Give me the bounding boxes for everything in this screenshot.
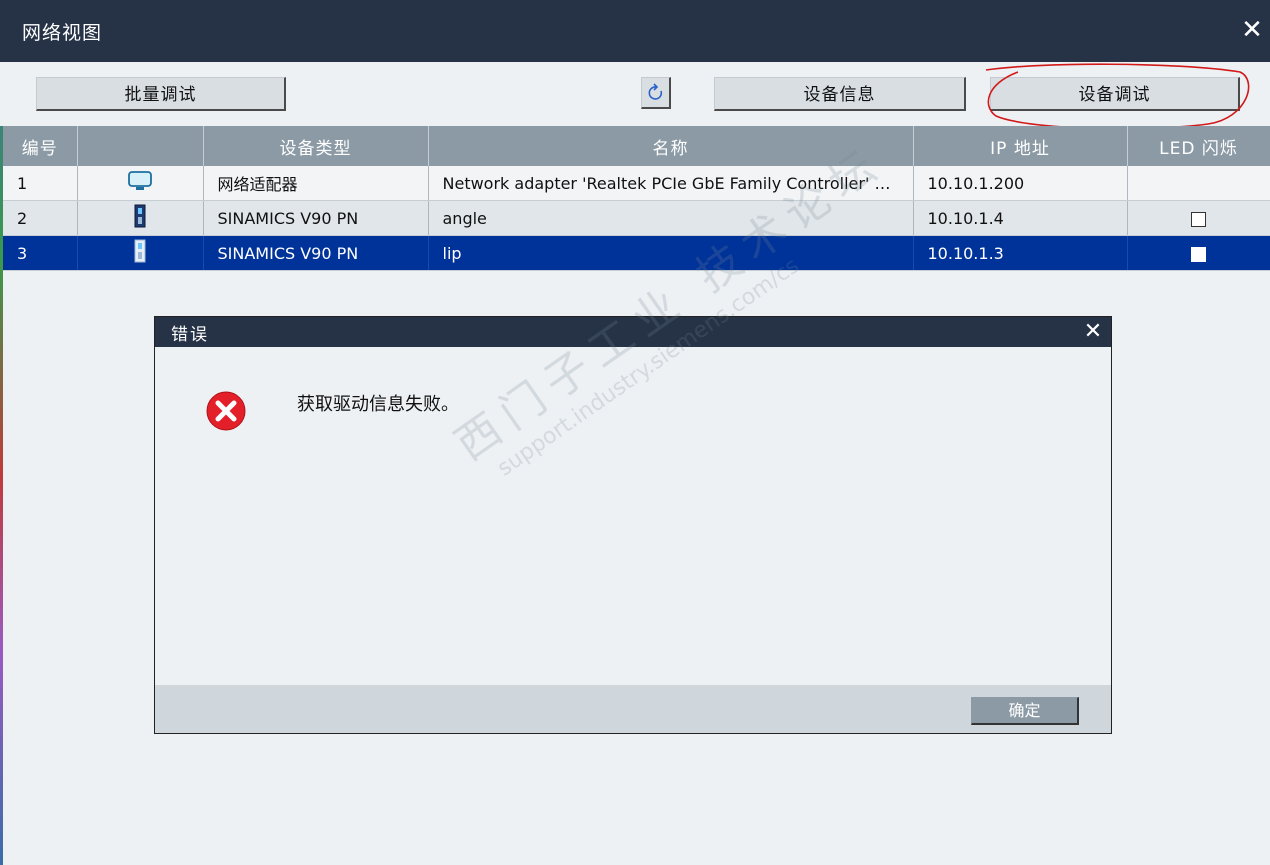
device-info-button[interactable]: 设备信息 [714,77,966,111]
cell-number: 3 [3,235,78,271]
drive-icon [134,204,146,228]
led-flash-checkbox[interactable] [1191,246,1206,262]
cell-device-type: 网络适配器 [203,166,429,201]
cell-ip: 10.10.1.200 [913,166,1128,201]
cell-number: 1 [3,166,78,201]
col-header-ip[interactable]: IP 地址 [913,126,1128,166]
window-title: 网络视图 [22,22,103,44]
cell-name: angle [428,200,914,236]
error-dialog: 错误 ✕ 获取驱动信息失败。 确定 [154,316,1112,734]
col-header-led[interactable]: LED 闪烁 [1127,126,1270,166]
table-row[interactable]: 3 SINAMICS V90 PN lip 10.10.1.3 [3,235,1270,271]
toolbar: 批量调试 设备信息 设备调试 [0,62,1270,126]
window-titlebar: 网络视图 ✕ [0,0,1270,62]
cell-number: 2 [3,200,78,236]
cell-led [1127,200,1270,236]
col-header-number[interactable]: 编号 [3,126,78,166]
cell-name: Network adapter 'Realtek PCIe GbE Family… [428,166,914,201]
network-adapter-icon [128,171,152,190]
cell-ip: 10.10.1.4 [913,200,1128,236]
error-message: 获取驱动信息失败。 [297,394,459,415]
error-icon [206,391,246,431]
cell-name: lip [428,235,914,271]
cell-device-type: SINAMICS V90 PN [203,200,429,236]
table-header: 编号 设备类型 名称 IP 地址 LED 闪烁 [3,126,1270,166]
table-row[interactable]: 2 SINAMICS V90 PN angle 10.10.1.4 [3,200,1270,236]
dialog-footer: 确定 [155,685,1111,733]
cell-device-type: SINAMICS V90 PN [203,235,429,271]
refresh-icon [648,83,663,100]
cell-icon [77,200,204,236]
dialog-title: 错误 [171,325,209,345]
dialog-titlebar: 错误 ✕ [155,317,1111,347]
col-header-icon[interactable] [77,126,204,166]
col-header-device-type[interactable]: 设备类型 [203,126,429,166]
device-table: 编号 设备类型 名称 IP 地址 LED 闪烁 1 网络适配器 Network … [3,126,1270,271]
drive-icon [134,239,146,263]
cell-icon [77,235,204,271]
table-row[interactable]: 1 网络适配器 Network adapter 'Realtek PCIe Gb… [3,166,1270,201]
cell-led [1127,166,1270,201]
cell-ip: 10.10.1.3 [913,235,1128,271]
cell-icon [77,166,204,201]
device-debug-button[interactable]: 设备调试 [990,77,1240,111]
dialog-close-icon[interactable]: ✕ [1081,317,1105,347]
col-header-name[interactable]: 名称 [428,126,914,166]
window-close-icon[interactable]: ✕ [1238,14,1266,46]
refresh-button[interactable] [641,77,671,109]
batch-debug-button[interactable]: 批量调试 [36,77,286,111]
ok-button[interactable]: 确定 [971,697,1079,725]
cell-led [1127,235,1270,271]
led-flash-checkbox[interactable] [1191,211,1206,227]
